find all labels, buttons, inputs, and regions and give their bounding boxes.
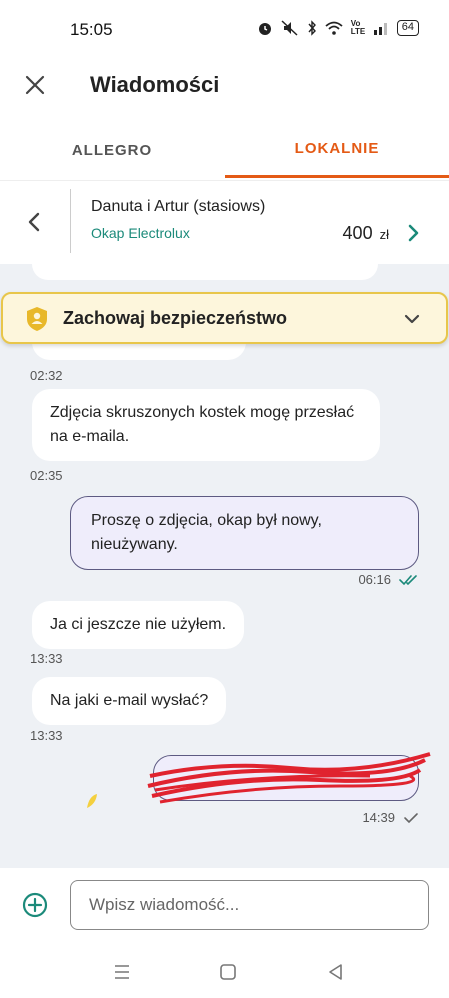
message-bubble-partial-top	[32, 264, 378, 280]
message-time: 06:16	[358, 572, 419, 587]
alarm-icon	[258, 23, 271, 35]
chevron-down-icon[interactable]	[402, 309, 422, 329]
app-header: Wiadomości	[0, 56, 449, 116]
redaction-scribble	[147, 752, 431, 804]
battery-icon: 64	[396, 20, 419, 36]
message-time-label: 06:16	[358, 572, 391, 587]
close-button[interactable]	[20, 70, 50, 100]
tab-allegro[interactable]: ALLEGRO	[0, 122, 224, 178]
tab-bar: ALLEGRO LOKALNIE	[0, 122, 449, 178]
system-nav-bar	[0, 950, 449, 998]
offer-title[interactable]: Okap Electrolux	[91, 225, 190, 241]
add-attachment-icon[interactable]	[22, 892, 48, 918]
message-time: 02:35	[30, 468, 63, 483]
check-icon	[404, 812, 418, 823]
message-time-label: 14:39	[362, 810, 395, 825]
message-bubble: Ja ci jeszcze nie użyłem.	[32, 601, 245, 649]
chevron-right-icon[interactable]	[403, 223, 423, 243]
wifi-icon	[325, 21, 343, 35]
safety-banner[interactable]: Zachowaj bezpieczeństwo	[1, 292, 448, 344]
message-time: 02:32	[30, 368, 63, 383]
chevron-left-icon[interactable]	[22, 209, 48, 235]
mute-icon	[281, 20, 298, 36]
message-bubble: Zdjęcia skruszonych kostek mogę przesłać…	[32, 389, 380, 461]
seller-name[interactable]: Danuta i Artur (stasiows)	[91, 198, 265, 216]
message-input[interactable]	[70, 880, 429, 930]
shield-user-icon	[27, 307, 47, 331]
status-bar: 15:05 Vo LTE 64	[0, 0, 449, 56]
price-currency: zł	[379, 227, 389, 242]
message-time: 13:33	[30, 651, 63, 666]
composer	[0, 868, 449, 950]
bluetooth-icon	[308, 20, 316, 36]
offer-price: 400 zł	[343, 223, 389, 244]
safety-banner-label: Zachowaj bezpieczeństwo	[63, 308, 288, 328]
home-icon[interactable]	[216, 960, 240, 984]
tab-lokalnie[interactable]: LOKALNIE	[225, 122, 449, 178]
double-check-icon	[399, 574, 417, 585]
message-time: 14:39	[362, 810, 419, 825]
price-value: 400	[342, 223, 373, 243]
offer-header: Danuta i Artur (stasiows) Okap Electrolu…	[0, 180, 449, 264]
status-time: 15:05	[70, 20, 113, 39]
message-time: 13:33	[30, 728, 63, 743]
back-icon[interactable]	[324, 960, 348, 984]
chat-thread[interactable]: 02:32 Zdjęcia skruszonych kostek mogę pr…	[0, 264, 449, 868]
message-bubble: Na jaki e-mail wysłać?	[32, 677, 227, 725]
menu-icon[interactable]	[110, 960, 134, 984]
decorative-mark	[87, 794, 97, 808]
network-type: Vo LTE	[350, 19, 366, 36]
page-title: Wiadomości	[90, 72, 220, 97]
message-bubble-outgoing: Proszę o zdjęcia, okap był nowy, nieużyw…	[70, 496, 419, 570]
status-icons: Vo LTE 64	[257, 20, 419, 36]
close-icon	[25, 75, 45, 95]
divider	[70, 189, 71, 253]
signal-icon	[373, 23, 387, 35]
